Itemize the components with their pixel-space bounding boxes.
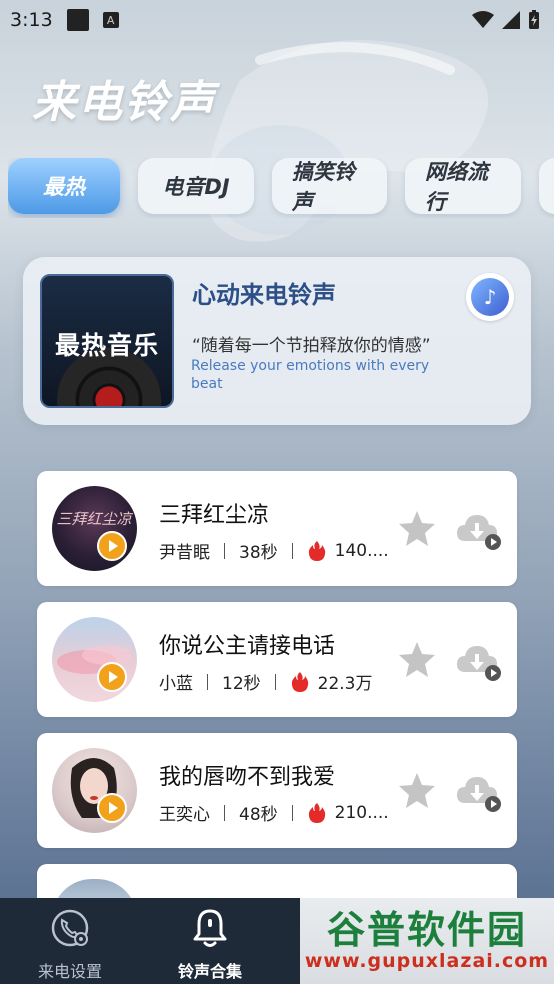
song-heat: 22.3万 [317,674,373,694]
song-artist: 尹昔眠 [159,543,210,563]
favorite-star-icon[interactable] [397,771,437,811]
nav-call-settings[interactable]: 来电设置 [0,898,140,984]
favorite-star-icon[interactable] [397,640,437,680]
music-badge: ♪ [466,273,514,321]
song-artist: 王奕心 [159,805,210,825]
play-button[interactable] [97,531,127,561]
signal-icon [502,11,520,29]
song-duration: 12秒 [222,674,261,694]
divider [291,804,293,821]
song-duration: 38秒 [239,543,278,563]
featured-quote: “随着每一个节拍释放你的情感” [192,336,431,356]
nav-call-settings-label: 来电设置 [37,962,102,981]
song-duration: 48秒 [239,805,278,825]
play-button[interactable] [97,662,127,692]
download-play-icon[interactable] [455,509,503,551]
song-meta: 尹昔眠 38秒 140.... [159,538,387,563]
song-meta: 王奕心 48秒 210.... [159,800,387,825]
phone-settings-icon [51,909,89,947]
divider [291,542,293,559]
featured-title: 心动来电铃声 [192,281,336,309]
decorative-background-shape [204,40,489,242]
category-tabs: 最热 电音DJ 搞笑铃声 网络流行 [8,158,554,218]
divider [274,673,276,690]
song-heat: 210.... [334,802,387,823]
thumbnail-art [57,645,132,674]
watermark-url: www.gupuxlazai.com [304,950,550,972]
status-time: 3:13 [10,9,53,31]
keyboard-icon: A [102,12,119,28]
watermark-cn: 谷普软件园 [326,908,527,952]
song-title: 你说公主请接电话 [159,634,336,659]
watermark-logo: 谷普软件园 www.gupuxlazai.com [300,898,554,984]
svg-text:三拜红尘凉: 三拜红尘凉 [56,510,133,528]
music-note-icon: ♪ [471,278,509,316]
download-play-icon[interactable] [455,640,503,682]
tab-electronic-dj[interactable]: 电音DJ [138,158,254,214]
cover-text: 最热音乐 [54,331,159,360]
featured-subtitle-en: Release your emotions with every beat [191,358,430,392]
app-title: 来电铃声 [32,77,216,128]
song-heat: 140.... [334,540,387,561]
tab-hottest[interactable]: 最热 [8,158,120,214]
fire-icon [308,540,325,561]
download-play-icon[interactable] [455,771,503,813]
nav-ringtone-collection[interactable]: 铃声合集 [140,898,280,984]
fire-icon [308,802,325,823]
thumbnail-art: 三拜红尘凉 [56,510,133,528]
song-thumbnail[interactable] [52,617,137,702]
tab-more[interactable] [539,158,554,214]
status-bar: 3:13 A [0,0,554,40]
divider [224,542,225,559]
featured-cover: 最热音乐 [40,274,174,408]
song-row[interactable]: 你说公主请接电话 小蓝 12秒 22.3万 [37,602,517,717]
song-meta: 小蓝 12秒 22.3万 [159,669,373,694]
tab-internet-popular[interactable]: 网络流行 [405,158,521,214]
nav-ringtone-collection-label: 铃声合集 [177,962,242,981]
song-thumbnail[interactable] [52,748,137,833]
featured-card[interactable]: 最热音乐 心动来电铃声 “随着每一个节拍释放你的情感” Release your… [23,257,531,425]
notification-icon [66,9,89,31]
divider [207,673,208,690]
tab-funny-ringtones[interactable]: 搞笑铃声 [272,158,387,214]
song-thumbnail[interactable]: 三拜红尘凉 [52,486,137,571]
song-artist: 小蓝 [159,674,193,694]
battery-icon [529,10,539,29]
divider [224,804,225,821]
song-row[interactable]: 三拜红尘凉 三拜红尘凉 尹昔眠 38秒 140.... [37,471,517,586]
wifi-icon [472,11,494,28]
thumbnail-art [70,758,117,818]
song-row[interactable]: 我的唇吻不到我爱 王奕心 48秒 210.... [37,733,517,848]
fire-icon [291,671,308,692]
song-title: 三拜红尘凉 [159,503,270,528]
play-button[interactable] [97,793,127,823]
song-title: 我的唇吻不到我爱 [159,765,336,790]
bell-icon [193,909,227,947]
favorite-star-icon[interactable] [397,509,437,549]
